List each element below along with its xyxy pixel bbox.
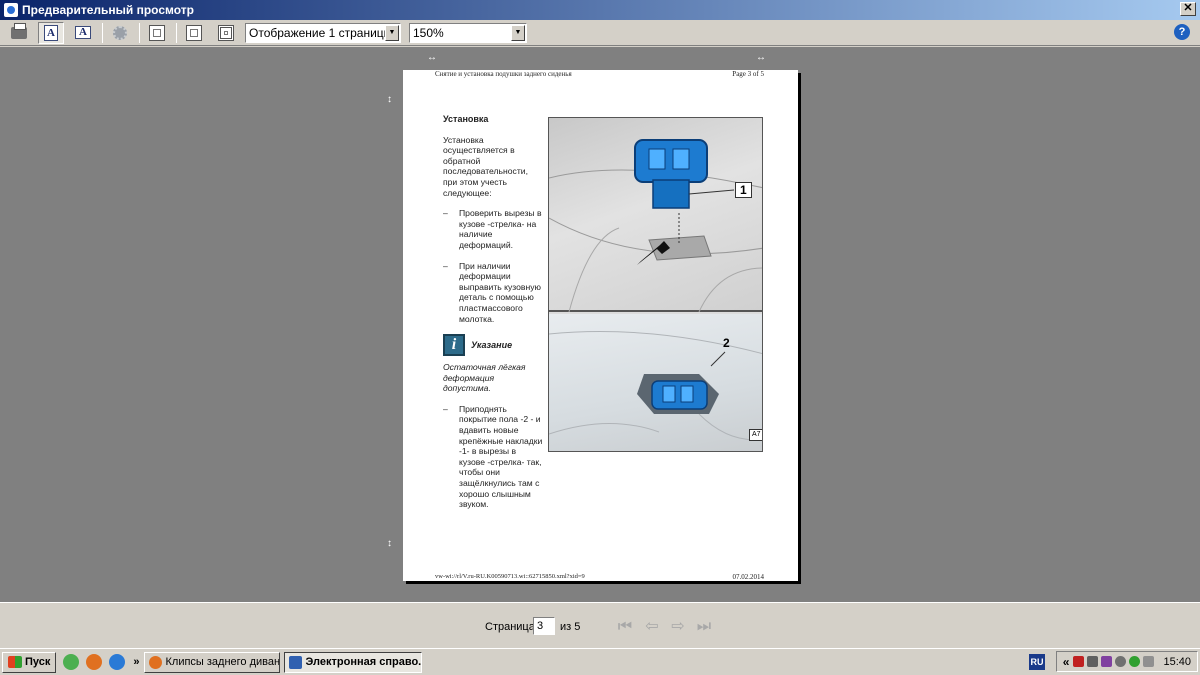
header-footer-icon [149, 24, 165, 41]
zoom-select[interactable]: 150% ▼ [409, 22, 527, 43]
landscape-button[interactable]: A [70, 22, 96, 44]
intro-text: Установка осуществляется в обратной посл… [443, 134, 528, 198]
note-title: Указание [471, 339, 513, 350]
chevron-down-icon[interactable]: ▼ [385, 24, 399, 41]
window-title-bar: Предварительный просмотр ✕ [0, 0, 1200, 20]
volume-icon[interactable] [1115, 656, 1127, 667]
clip-illustration-bottom [549, 331, 762, 441]
first-page-button[interactable]: ⏮ [614, 617, 636, 637]
info-icon: i [443, 334, 465, 357]
full-width-button[interactable] [181, 22, 207, 44]
top-margin-handle[interactable]: ↕ [387, 95, 392, 105]
page-navigation-bar: Страница 3 из 5 ⏮ ⇦ ⇨ ⏭ [0, 602, 1200, 648]
update-icon[interactable] [1129, 656, 1141, 667]
ie-icon[interactable] [109, 654, 126, 670]
page-setup-button[interactable] [107, 22, 133, 44]
figure-top-panel: 1 [549, 118, 762, 313]
list-item: – Проверить вырезы в кузове -стрелка- на… [443, 208, 543, 250]
quicklaunch-more[interactable]: » [133, 656, 139, 668]
landscape-page-icon: A [75, 26, 91, 39]
zoom-value: 150% [413, 25, 444, 40]
antivirus-icon[interactable] [1073, 656, 1085, 667]
list-item: – Приподнять покрытие пола -2 - и вдавит… [443, 404, 543, 510]
page-label: Страница [485, 621, 535, 633]
figure-label-2: 2 [723, 336, 730, 350]
header-footer-button[interactable] [144, 22, 170, 44]
full-page-button[interactable] [213, 22, 239, 44]
bullet-text: Приподнять покрытие пола -2 - и вдавить … [459, 403, 543, 510]
section-title: Установка [443, 114, 489, 124]
bullet-text: При наличии деформации выправить кузовну… [459, 260, 541, 324]
taskbar: Пуск » Клипсы заднего дивана... Электрон… [0, 648, 1200, 675]
windows-flag-icon [8, 656, 22, 668]
taskbar-item-help[interactable]: Электронная справо... [283, 651, 422, 673]
instruction-text: Установка Установка осуществляется в обр… [443, 114, 543, 520]
start-label: Пуск [25, 656, 51, 668]
bullet-dash: – [443, 260, 448, 271]
tray-expand[interactable]: « [1063, 655, 1070, 669]
taskbar-item-label: Клипсы заднего дивана... [165, 656, 280, 668]
previous-page-button[interactable]: ⇦ [641, 617, 663, 637]
start-button[interactable]: Пуск [2, 651, 57, 673]
figure-code: A7 [749, 429, 762, 441]
gear-icon [113, 25, 127, 40]
page-sheet: Снятие и установка подушки заднего сиден… [403, 70, 798, 581]
chevron-down-icon[interactable]: ▼ [511, 24, 525, 41]
page-number-input[interactable]: 3 [533, 617, 555, 635]
page-footer-url: vw-wi://rl/V.ru-RU.K00590713.wi::6271585… [435, 573, 585, 580]
list-item: – При наличии деформации выправить кузов… [443, 261, 543, 325]
help-button[interactable]: ? [1174, 24, 1190, 40]
close-window-button[interactable]: ✕ [1180, 2, 1196, 16]
figure-bottom-panel: 2 A7 [549, 314, 762, 451]
right-margin-handle[interactable]: ↔ [756, 53, 766, 63]
bottom-margin-handle[interactable]: ↕ [387, 539, 392, 549]
toolbar-separator [139, 22, 140, 43]
page-view-value: Отображение 1 страницы [249, 25, 393, 40]
preview-toolbar: A A Отображение 1 страницы ▼ 150% ▼ ? [0, 20, 1200, 46]
figure-label-1: 1 [735, 182, 752, 198]
utorrent-icon[interactable] [63, 654, 80, 670]
taskbar-item-label: Электронная справо... [305, 656, 422, 668]
full-width-icon [186, 24, 202, 41]
note-text: Остаточная лёгкая деформация допустима. [443, 362, 526, 394]
print-button[interactable] [6, 22, 32, 44]
system-tray: « 15:40 [1055, 651, 1198, 672]
clip-illustration-top [549, 139, 762, 313]
network-icon[interactable] [1087, 656, 1099, 667]
bullet-text: Проверить вырезы в кузове -стрелка- на н… [459, 208, 542, 250]
page-header-title: Снятие и установка подушки заднего сиден… [435, 70, 572, 78]
assembly-figure: 1 2 A7 [548, 117, 763, 452]
clock[interactable]: 15:40 [1163, 656, 1191, 668]
full-page-icon [218, 24, 234, 41]
left-margin-handle[interactable]: ↔ [427, 53, 437, 63]
preview-area: ↔ ↔ ↕ ↕ Снятие и установка подушки задне… [0, 47, 1200, 602]
page-view-select[interactable]: Отображение 1 страницы ▼ [245, 22, 401, 43]
bullet-dash: – [443, 208, 448, 219]
page-count-label: из 5 [560, 621, 581, 633]
next-page-button[interactable]: ⇨ [667, 617, 689, 637]
firefox-icon [148, 655, 162, 669]
last-page-button[interactable]: ⏭ [693, 617, 715, 637]
firefox-icon[interactable] [86, 654, 103, 670]
tray-app-icon[interactable] [1101, 656, 1113, 667]
printer-icon [11, 22, 27, 39]
portrait-button[interactable]: A [38, 21, 64, 44]
taskbar-item-firefox[interactable]: Клипсы заднего дивана... [143, 651, 280, 673]
toolbar-separator [102, 22, 103, 43]
bullet-dash: – [443, 403, 448, 414]
page-footer-date: 07.02.2014 [732, 573, 765, 581]
note-block: i Указание [443, 334, 543, 357]
toolbar-separator [176, 22, 177, 43]
window-title: Предварительный просмотр [22, 3, 194, 17]
page-header-number: Page 3 of 5 [732, 70, 764, 78]
help-app-icon [288, 655, 302, 669]
language-indicator[interactable]: RU [1029, 654, 1045, 670]
ie-app-icon [4, 3, 18, 17]
portrait-page-icon: A [44, 24, 58, 41]
power-icon[interactable] [1143, 656, 1155, 667]
